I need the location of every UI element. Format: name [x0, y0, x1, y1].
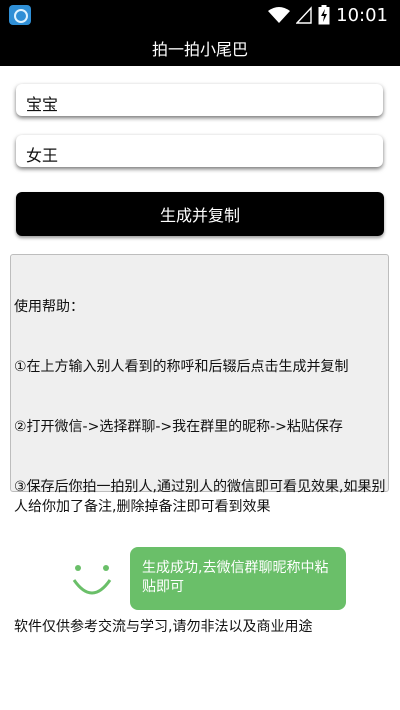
page-title: 拍一拍小尾巴 — [151, 40, 248, 59]
app-notification-icon — [9, 5, 31, 25]
suffix-input[interactable] — [16, 135, 383, 167]
name-input[interactable] — [16, 84, 383, 116]
help-heading: 使用帮助： — [14, 299, 84, 315]
help-step-1: ①在上方输入别人看到的称呼和后辍后点击生成并复制 — [14, 359, 349, 375]
smiley-icon — [72, 565, 112, 595]
help-text-area[interactable]: 使用帮助： ①在上方输入别人看到的称呼和后辍后点击生成并复制 ②打开微信->选择… — [10, 254, 389, 635]
help-disclaimer: 软件仅供参考交流与学习,请勿非法以及商业用途 — [14, 619, 313, 635]
toast-message: 生成成功,去微信群聊昵称中粘贴即可 — [142, 560, 329, 595]
title-bar: 拍一拍小尾巴 — [0, 30, 400, 66]
help-step-3: ③保存后你拍一拍别人,通过别人的微信即可看见效果,如果别人给你加了备注,删除掉备… — [14, 479, 386, 515]
status-bar: 10:01 — [0, 0, 400, 30]
signal-icon — [296, 6, 312, 24]
wifi-icon — [268, 7, 291, 23]
battery-charging-icon — [318, 5, 330, 25]
success-toast: 生成成功,去微信群聊昵称中粘贴即可 — [130, 547, 346, 610]
status-time: 10:01 — [336, 4, 388, 26]
status-icons: 10:01 — [268, 0, 388, 30]
help-step-2: ②打开微信->选择群聊->我在群里的昵称->粘贴保存 — [14, 419, 343, 435]
generate-copy-button[interactable]: 生成并复制 — [16, 192, 384, 236]
